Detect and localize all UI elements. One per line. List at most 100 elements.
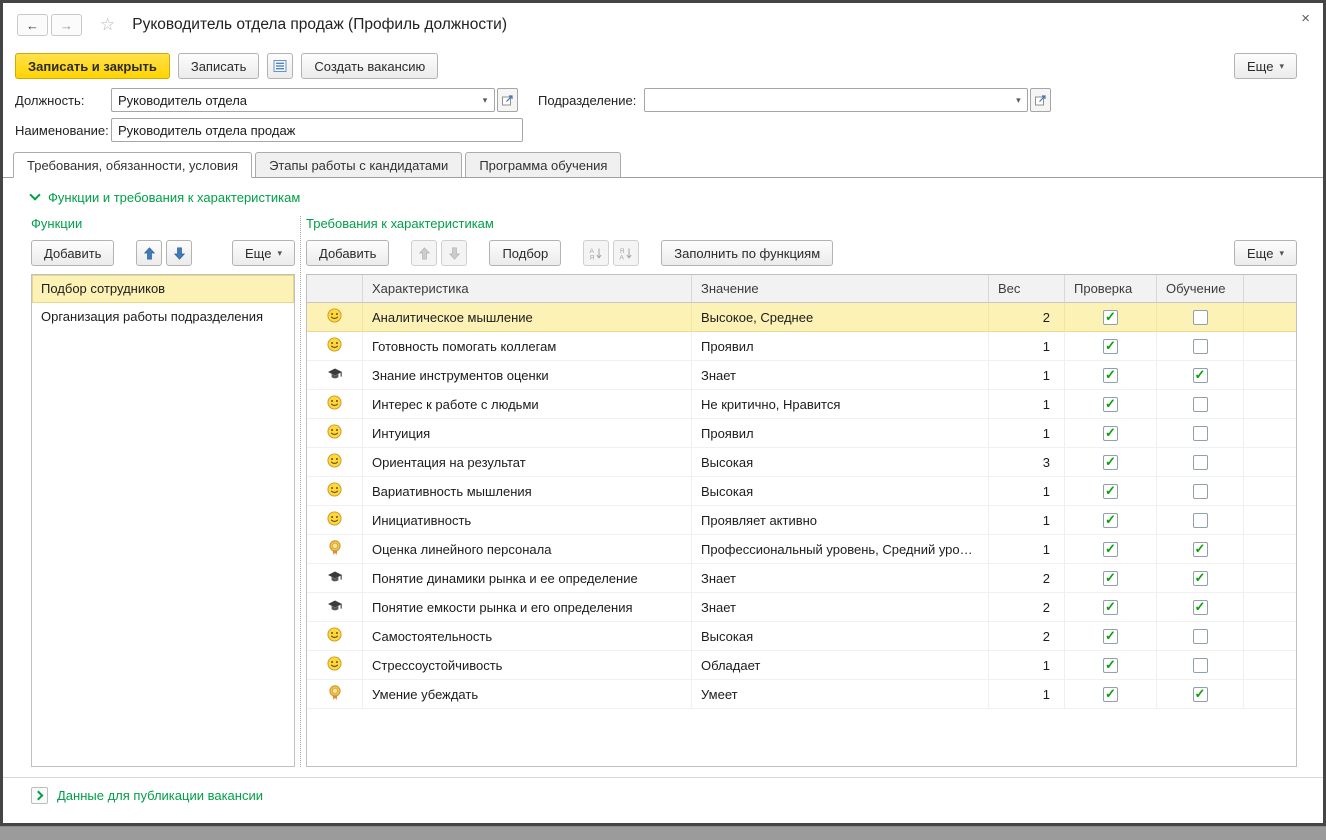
- check-checkbox[interactable]: [1103, 310, 1118, 325]
- weight-cell[interactable]: 2: [989, 593, 1065, 622]
- weight-cell[interactable]: 1: [989, 506, 1065, 535]
- characteristic-cell[interactable]: Стрессоустойчивость: [363, 651, 692, 680]
- table-row[interactable]: Готовность помогать коллегам Проявил 1: [307, 332, 1296, 361]
- value-cell[interactable]: Высокое, Среднее: [692, 303, 989, 332]
- weight-cell[interactable]: 1: [989, 390, 1065, 419]
- column-header-icon[interactable]: [307, 275, 363, 303]
- characteristic-cell[interactable]: Умение убеждать: [363, 680, 692, 709]
- training-checkbox[interactable]: [1193, 426, 1208, 441]
- weight-cell[interactable]: 2: [989, 564, 1065, 593]
- weight-cell[interactable]: 1: [989, 477, 1065, 506]
- back-button[interactable]: ←: [17, 14, 48, 36]
- tab-2[interactable]: Программа обучения: [465, 152, 621, 178]
- weight-cell[interactable]: 1: [989, 419, 1065, 448]
- training-checkbox[interactable]: [1193, 571, 1208, 586]
- table-row[interactable]: Оценка линейного персонала Профессиональ…: [307, 535, 1296, 564]
- training-checkbox[interactable]: [1193, 687, 1208, 702]
- value-cell[interactable]: Знает: [692, 361, 989, 390]
- expand-chevron-box[interactable]: [31, 787, 48, 804]
- create-vacancy-button[interactable]: Создать вакансию: [301, 53, 438, 79]
- characteristic-cell[interactable]: Самостоятельность: [363, 622, 692, 651]
- fill-by-functions-button[interactable]: Заполнить по функциям: [661, 240, 833, 266]
- table-row[interactable]: Умение убеждать Умеет 1: [307, 680, 1296, 709]
- characteristic-cell[interactable]: Интуиция: [363, 419, 692, 448]
- check-checkbox[interactable]: [1103, 397, 1118, 412]
- department-input[interactable]: [645, 89, 1009, 111]
- panel-splitter[interactable]: [295, 216, 306, 767]
- weight-cell[interactable]: 1: [989, 361, 1065, 390]
- column-header-value[interactable]: Значение: [692, 275, 989, 303]
- forward-button[interactable]: →: [51, 14, 82, 36]
- group-functions-requirements[interactable]: Функции и требования к характеристикам: [31, 187, 1297, 207]
- training-checkbox[interactable]: [1193, 629, 1208, 644]
- requirements-add-button[interactable]: Добавить: [306, 240, 389, 266]
- characteristic-cell[interactable]: Вариативность мышления: [363, 477, 692, 506]
- table-row[interactable]: Ориентация на результат Высокая 3: [307, 448, 1296, 477]
- value-cell[interactable]: Умеет: [692, 680, 989, 709]
- column-header-weight[interactable]: Вес: [989, 275, 1065, 303]
- value-cell[interactable]: Профессиональный уровень, Средний уро…: [692, 535, 989, 564]
- characteristic-cell[interactable]: Понятие динамики рынка и ее определение: [363, 564, 692, 593]
- check-checkbox[interactable]: [1103, 368, 1118, 383]
- table-row[interactable]: Самостоятельность Высокая 2: [307, 622, 1296, 651]
- training-checkbox[interactable]: [1193, 484, 1208, 499]
- more-button[interactable]: Еще▾: [1234, 53, 1297, 79]
- weight-cell[interactable]: 2: [989, 303, 1065, 332]
- weight-cell[interactable]: 3: [989, 448, 1065, 477]
- check-checkbox[interactable]: [1103, 687, 1118, 702]
- training-checkbox[interactable]: [1193, 513, 1208, 528]
- column-header-training[interactable]: Обучение: [1157, 275, 1244, 303]
- table-row[interactable]: Знание инструментов оценки Знает 1: [307, 361, 1296, 390]
- check-checkbox[interactable]: [1103, 513, 1118, 528]
- functions-more-button[interactable]: Еще▾: [232, 240, 295, 266]
- department-open-button[interactable]: [1030, 88, 1051, 112]
- training-checkbox[interactable]: [1193, 600, 1208, 615]
- characteristic-cell[interactable]: Интерес к работе с людьми: [363, 390, 692, 419]
- requirements-move-up-button[interactable]: [411, 240, 437, 266]
- table-row[interactable]: Интерес к работе с людьми Не критично, Н…: [307, 390, 1296, 419]
- table-row[interactable]: Интуиция Проявил 1: [307, 419, 1296, 448]
- characteristic-cell[interactable]: Аналитическое мышление: [363, 303, 692, 332]
- characteristic-cell[interactable]: Готовность помогать коллегам: [363, 332, 692, 361]
- name-input[interactable]: [111, 118, 523, 142]
- position-open-button[interactable]: [497, 88, 518, 112]
- check-checkbox[interactable]: [1103, 571, 1118, 586]
- department-dropdown-icon[interactable]: ▾: [1009, 89, 1027, 111]
- value-cell[interactable]: Знает: [692, 593, 989, 622]
- table-row[interactable]: Понятие динамики рынка и ее определение …: [307, 564, 1296, 593]
- characteristic-cell[interactable]: Оценка линейного персонала: [363, 535, 692, 564]
- check-checkbox[interactable]: [1103, 426, 1118, 441]
- weight-cell[interactable]: 1: [989, 680, 1065, 709]
- table-row[interactable]: Стрессоустойчивость Обладает 1: [307, 651, 1296, 680]
- check-checkbox[interactable]: [1103, 455, 1118, 470]
- function-list-item[interactable]: Организация работы подразделения: [32, 303, 294, 331]
- value-cell[interactable]: Не критично, Нравится: [692, 390, 989, 419]
- tab-1[interactable]: Этапы работы с кандидатами: [255, 152, 462, 178]
- value-cell[interactable]: Высокая: [692, 477, 989, 506]
- table-row[interactable]: Понятие емкости рынка и его определения …: [307, 593, 1296, 622]
- characteristic-cell[interactable]: Инициативность: [363, 506, 692, 535]
- requirements-move-down-button[interactable]: [441, 240, 467, 266]
- requirements-more-button[interactable]: Еще▾: [1234, 240, 1297, 266]
- favorite-star-icon[interactable]: ☆: [100, 15, 115, 35]
- training-checkbox[interactable]: [1193, 368, 1208, 383]
- position-input[interactable]: [112, 89, 476, 111]
- training-checkbox[interactable]: [1193, 542, 1208, 557]
- training-checkbox[interactable]: [1193, 455, 1208, 470]
- weight-cell[interactable]: 1: [989, 535, 1065, 564]
- table-row[interactable]: Инициативность Проявляет активно 1: [307, 506, 1296, 535]
- check-checkbox[interactable]: [1103, 629, 1118, 644]
- sort-ascending-button[interactable]: АЯ: [583, 240, 609, 266]
- value-cell[interactable]: Проявляет активно: [692, 506, 989, 535]
- group-vacancy-data[interactable]: Данные для публикации вакансии: [31, 787, 1297, 804]
- related-documents-button[interactable]: [267, 53, 293, 79]
- value-cell[interactable]: Высокая: [692, 622, 989, 651]
- value-cell[interactable]: Проявил: [692, 332, 989, 361]
- training-checkbox[interactable]: [1193, 658, 1208, 673]
- functions-move-up-button[interactable]: [136, 240, 162, 266]
- sort-descending-button[interactable]: ЯА: [613, 240, 639, 266]
- functions-move-down-button[interactable]: [166, 240, 192, 266]
- weight-cell[interactable]: 2: [989, 622, 1065, 651]
- pick-button[interactable]: Подбор: [489, 240, 561, 266]
- function-list-item[interactable]: Подбор сотрудников: [32, 275, 294, 303]
